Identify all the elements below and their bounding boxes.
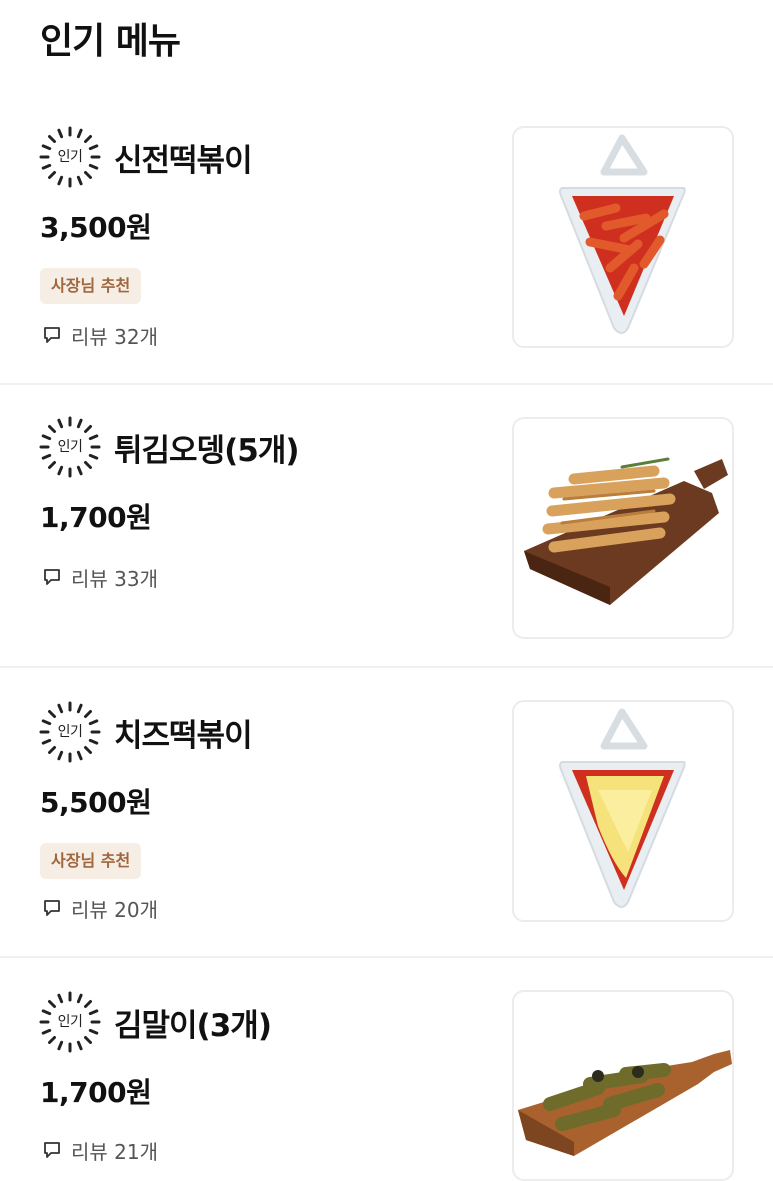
popular-badge-label: 인기 — [57, 1014, 83, 1030]
owner-recommend-badge: 사장님 추천 — [40, 843, 142, 879]
item-name: 튀김오뎅(5개) — [114, 432, 300, 469]
popular-badge: 인기 — [38, 700, 102, 764]
menu-item[interactable]: 인기 김말이(3개) 1,700원 리뷰 21개 — [0, 958, 773, 1181]
speech-bubble-icon — [44, 1142, 60, 1158]
item-image[interactable] — [512, 990, 734, 1181]
popular-badge: 인기 — [38, 415, 102, 479]
popular-badge-label: 인기 — [57, 149, 83, 165]
speech-bubble-icon — [44, 569, 60, 585]
item-image[interactable] — [512, 417, 734, 639]
item-image[interactable] — [512, 126, 734, 348]
review-count[interactable]: 리뷰 21개 — [42, 1135, 158, 1165]
review-count-label: 리뷰 32개 — [71, 324, 159, 349]
item-name-row: 인기 튀김오뎅(5개) — [38, 412, 300, 482]
popular-badge: 인기 — [38, 125, 102, 189]
item-name-row: 인기 치즈떡볶이 — [38, 697, 253, 767]
item-price: 1,700원 — [40, 501, 152, 534]
popular-badge-label: 인기 — [57, 724, 83, 740]
review-count[interactable]: 리뷰 32개 — [42, 320, 158, 350]
review-count-label: 리뷰 33개 — [71, 566, 159, 591]
gimmari-board-image — [518, 1050, 732, 1156]
speech-bubble-icon — [44, 327, 60, 343]
review-count-label: 리뷰 21개 — [71, 1139, 159, 1164]
menu-item[interactable]: 인기 튀김오뎅(5개) 1,700원 리뷰 33개 — [0, 385, 773, 668]
speech-bubble-icon — [44, 900, 60, 916]
review-count[interactable]: 리뷰 33개 — [42, 562, 158, 592]
fried-fishcake-board-image — [524, 457, 728, 605]
item-name: 치즈떡볶이 — [114, 717, 253, 754]
item-price: 5,500원 — [40, 786, 152, 819]
item-image[interactable] — [512, 700, 734, 922]
item-name: 김말이(3개) — [114, 1007, 272, 1044]
popular-badge-label: 인기 — [57, 439, 83, 455]
item-price: 3,500원 — [40, 211, 152, 244]
cheese-tteokbokki-cup-image — [559, 708, 686, 908]
menu-item[interactable]: 인기 치즈떡볶이 5,500원 사장님 추천 리뷰 20개 — [0, 668, 773, 958]
item-name-row: 인기 김말이(3개) — [38, 987, 272, 1057]
owner-recommend-badge: 사장님 추천 — [40, 268, 142, 304]
review-count[interactable]: 리뷰 20개 — [42, 893, 158, 923]
review-count-label: 리뷰 20개 — [71, 897, 159, 922]
item-name: 신전떡볶이 — [114, 142, 253, 179]
popular-badge: 인기 — [38, 990, 102, 1054]
item-price: 1,700원 — [40, 1076, 152, 1109]
menu-item[interactable]: 인기 신전떡볶이 3,500원 사장님 추천 리뷰 32개 — [0, 0, 773, 385]
tteokbokki-cup-image — [559, 134, 686, 334]
item-name-row: 인기 신전떡볶이 — [38, 122, 253, 192]
